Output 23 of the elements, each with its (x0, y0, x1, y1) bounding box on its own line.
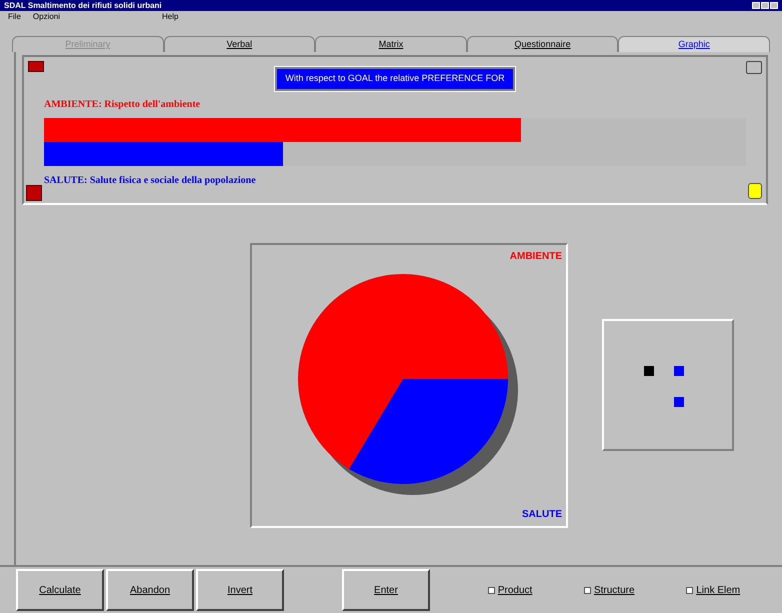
action-button[interactable]: Enter (342, 569, 430, 611)
tab[interactable]: Verbal (164, 36, 316, 52)
preference-banner: With respect to GOAL the relative PREFERENCE FOR (275, 67, 515, 90)
criterion-label: AMBIENTE: Rispetto dell'ambiente (44, 100, 202, 110)
window-title: SDAL Smaltimento dei rifiuti solidi urbani (4, 2, 162, 10)
option-label: Link Elem (696, 584, 740, 598)
checkbox[interactable] (488, 586, 495, 594)
menu-item[interactable]: Help (162, 13, 178, 21)
menu-item[interactable]: File (8, 13, 21, 21)
menu-item[interactable]: Opzioni (32, 13, 60, 21)
action-button[interactable]: Calculate (16, 569, 104, 611)
criterion-label: SALUTE: Salute fisica e sociale della popolazione (44, 176, 257, 186)
tab[interactable]: Matrix (315, 36, 467, 52)
category-label: AMBIENTE (510, 250, 562, 264)
category-label: SALUTE (522, 508, 562, 522)
option-label: Structure (594, 584, 635, 598)
option-label: Product (498, 584, 532, 598)
checkbox[interactable] (686, 586, 694, 594)
action-button[interactable]: Abandon (106, 569, 194, 611)
action-button[interactable]: Invert (196, 569, 284, 611)
checkbox[interactable] (584, 586, 591, 594)
tab[interactable]: Graphic (618, 36, 770, 52)
tab[interactable]: Questionnaire (466, 36, 618, 52)
